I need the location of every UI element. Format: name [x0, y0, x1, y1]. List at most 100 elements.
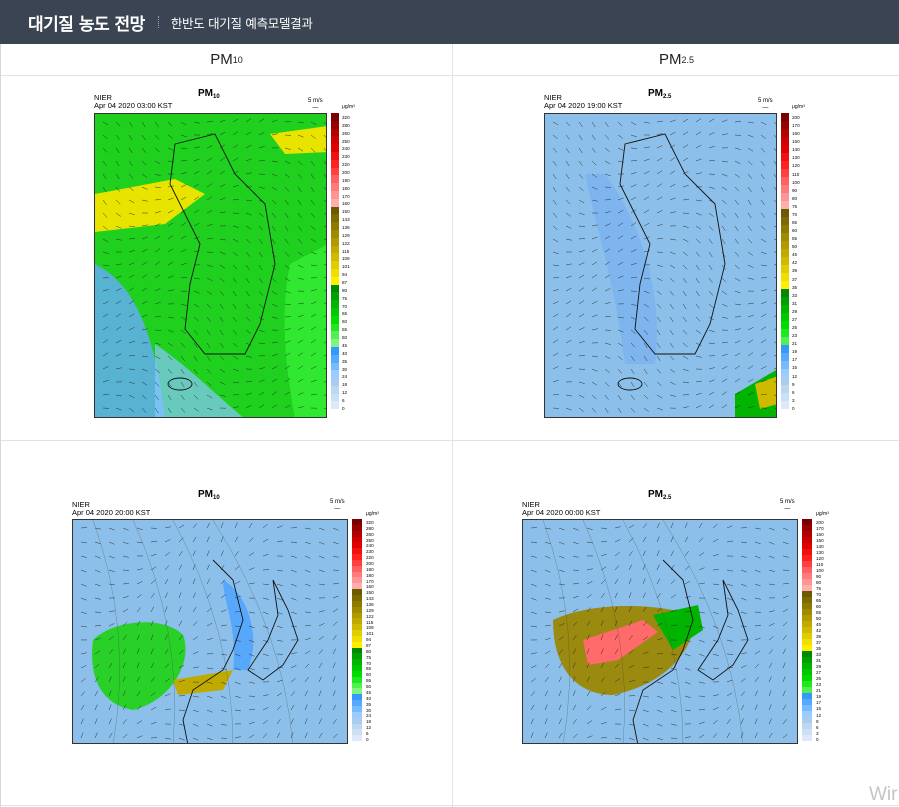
- color-scale-tick: 90: [792, 187, 798, 193]
- color-scale-tick: 230: [366, 549, 374, 555]
- color-scale-tick: 170: [342, 193, 350, 199]
- color-scale-tick: 170: [816, 526, 824, 532]
- color-scale-tick: 18: [366, 719, 372, 725]
- color-scale-bar: [802, 519, 812, 741]
- concentration-map: [523, 520, 797, 743]
- map-plot: [72, 519, 348, 744]
- column-header-sub: 10: [232, 54, 243, 65]
- color-scale-tick: 37: [792, 276, 798, 282]
- color-scale-step: [331, 346, 339, 355]
- wind-arrow: [346, 653, 347, 654]
- color-scale-tick: 94: [342, 272, 348, 278]
- color-scale-step: [331, 362, 339, 371]
- color-scale-tick: 35: [792, 284, 798, 290]
- wind-arrow: [796, 709, 797, 710]
- color-scale-tick: 120: [792, 163, 800, 169]
- wind-arrow: [346, 667, 347, 668]
- color-scale-step: [331, 354, 339, 363]
- color-scale-step: [781, 185, 789, 193]
- color-scale-step: [331, 214, 339, 223]
- color-scale-tick: 30: [342, 366, 348, 372]
- color-scale-step: [781, 377, 789, 385]
- concentration-map: [95, 114, 326, 417]
- color-scale-step: [781, 353, 789, 361]
- color-scale-tick: 0: [342, 405, 345, 411]
- wind-arrow: [346, 597, 347, 598]
- color-scale-tick: 60: [816, 604, 822, 610]
- color-scale-tick: 110: [816, 562, 824, 568]
- color-scale-labels: 200 170 160 150 140 130 120 110 100 90 80 75 70 65 60 5…: [816, 520, 824, 742]
- color-scale-tick: 80: [816, 580, 822, 586]
- color-scale-tick: 55: [816, 610, 822, 616]
- color-scale-step: [331, 331, 339, 340]
- color-scale-tick: 31: [792, 300, 798, 306]
- color-scale-tick: 200: [792, 115, 800, 120]
- color-scale-step: [781, 209, 789, 217]
- color-scale-tick: 122: [342, 240, 350, 246]
- color-scale-tick: 27: [816, 670, 822, 676]
- wind-arrow: [346, 611, 347, 612]
- color-scale-tick: 42: [792, 260, 798, 266]
- wind-arrow: [796, 639, 797, 640]
- color-scale-tick: 115: [366, 619, 374, 625]
- color-scale-tick: 75: [792, 203, 798, 209]
- color-scale-step: [781, 265, 789, 273]
- color-scale-tick: 136: [366, 602, 374, 608]
- color-scale-bar: [331, 113, 339, 410]
- color-scale-tick: 140: [792, 147, 800, 153]
- wind-arrow: [346, 737, 347, 738]
- wind-arrow: [796, 625, 797, 626]
- color-scale-tick: 260: [342, 130, 350, 136]
- color-scale-tick: 90: [816, 574, 822, 580]
- color-scale-step: [331, 300, 339, 308]
- concentration-map: [545, 114, 776, 417]
- color-scale-tick: 320: [366, 520, 374, 525]
- color-scale-step: [331, 167, 339, 176]
- color-scale-tick: 55: [342, 327, 348, 333]
- color-scale-step: [331, 136, 339, 145]
- color-scale-tick: 150: [366, 590, 374, 596]
- color-scale-tick: 143: [342, 217, 350, 223]
- color-scale-step: [781, 361, 789, 369]
- color-scale-step: [781, 217, 789, 225]
- color-scale-step: [331, 237, 339, 246]
- color-scale-tick: 0: [816, 736, 819, 742]
- color-scale-step: [781, 393, 789, 401]
- color-scale-tick: 45: [816, 622, 822, 628]
- column-header-label: PM: [658, 51, 682, 68]
- color-scale-step: [781, 305, 789, 313]
- color-scale-step: [331, 198, 339, 207]
- color-scale-step: [331, 183, 339, 191]
- wind-arrow: [346, 569, 347, 570]
- row-divider: [1, 440, 899, 441]
- color-scale-tick: 27: [792, 316, 798, 322]
- wind-arrow: [346, 709, 347, 710]
- color-scale-step: [781, 281, 789, 289]
- panel-meta: NIER Apr 04 2020 03:00 KST: [94, 94, 172, 110]
- color-scale-tick: 75: [816, 586, 822, 592]
- color-scale-tick: 55: [792, 236, 798, 242]
- color-scale-tick: 31: [816, 658, 822, 664]
- color-scale-step: [331, 370, 339, 379]
- color-scale-tick: 9: [792, 381, 795, 387]
- color-scale-tick: 39: [816, 634, 822, 640]
- os-watermark: Wir: [869, 784, 898, 805]
- color-scale-step: [781, 401, 789, 409]
- color-scale-tick: 160: [342, 201, 350, 207]
- map-plot: [94, 113, 327, 418]
- color-scale-tick: 35: [342, 358, 348, 364]
- wind-scale: 5 m/s —: [780, 499, 795, 512]
- color-scale-tick: 33: [816, 652, 822, 658]
- color-scale-step: [331, 276, 339, 285]
- panel-title: PM10: [198, 88, 220, 100]
- wind-arrow: [346, 542, 347, 543]
- color-scale-step: [781, 145, 789, 153]
- color-scale-tick: 50: [792, 244, 798, 250]
- color-scale-tick: 130: [816, 550, 824, 556]
- color-scale-step: [331, 378, 339, 386]
- wind-arrow: [796, 528, 797, 529]
- color-scale-step: [331, 229, 339, 238]
- color-scale-tick: 120: [816, 556, 824, 562]
- color-scale-step: [331, 393, 339, 402]
- color-scale-tick: 3: [792, 397, 795, 403]
